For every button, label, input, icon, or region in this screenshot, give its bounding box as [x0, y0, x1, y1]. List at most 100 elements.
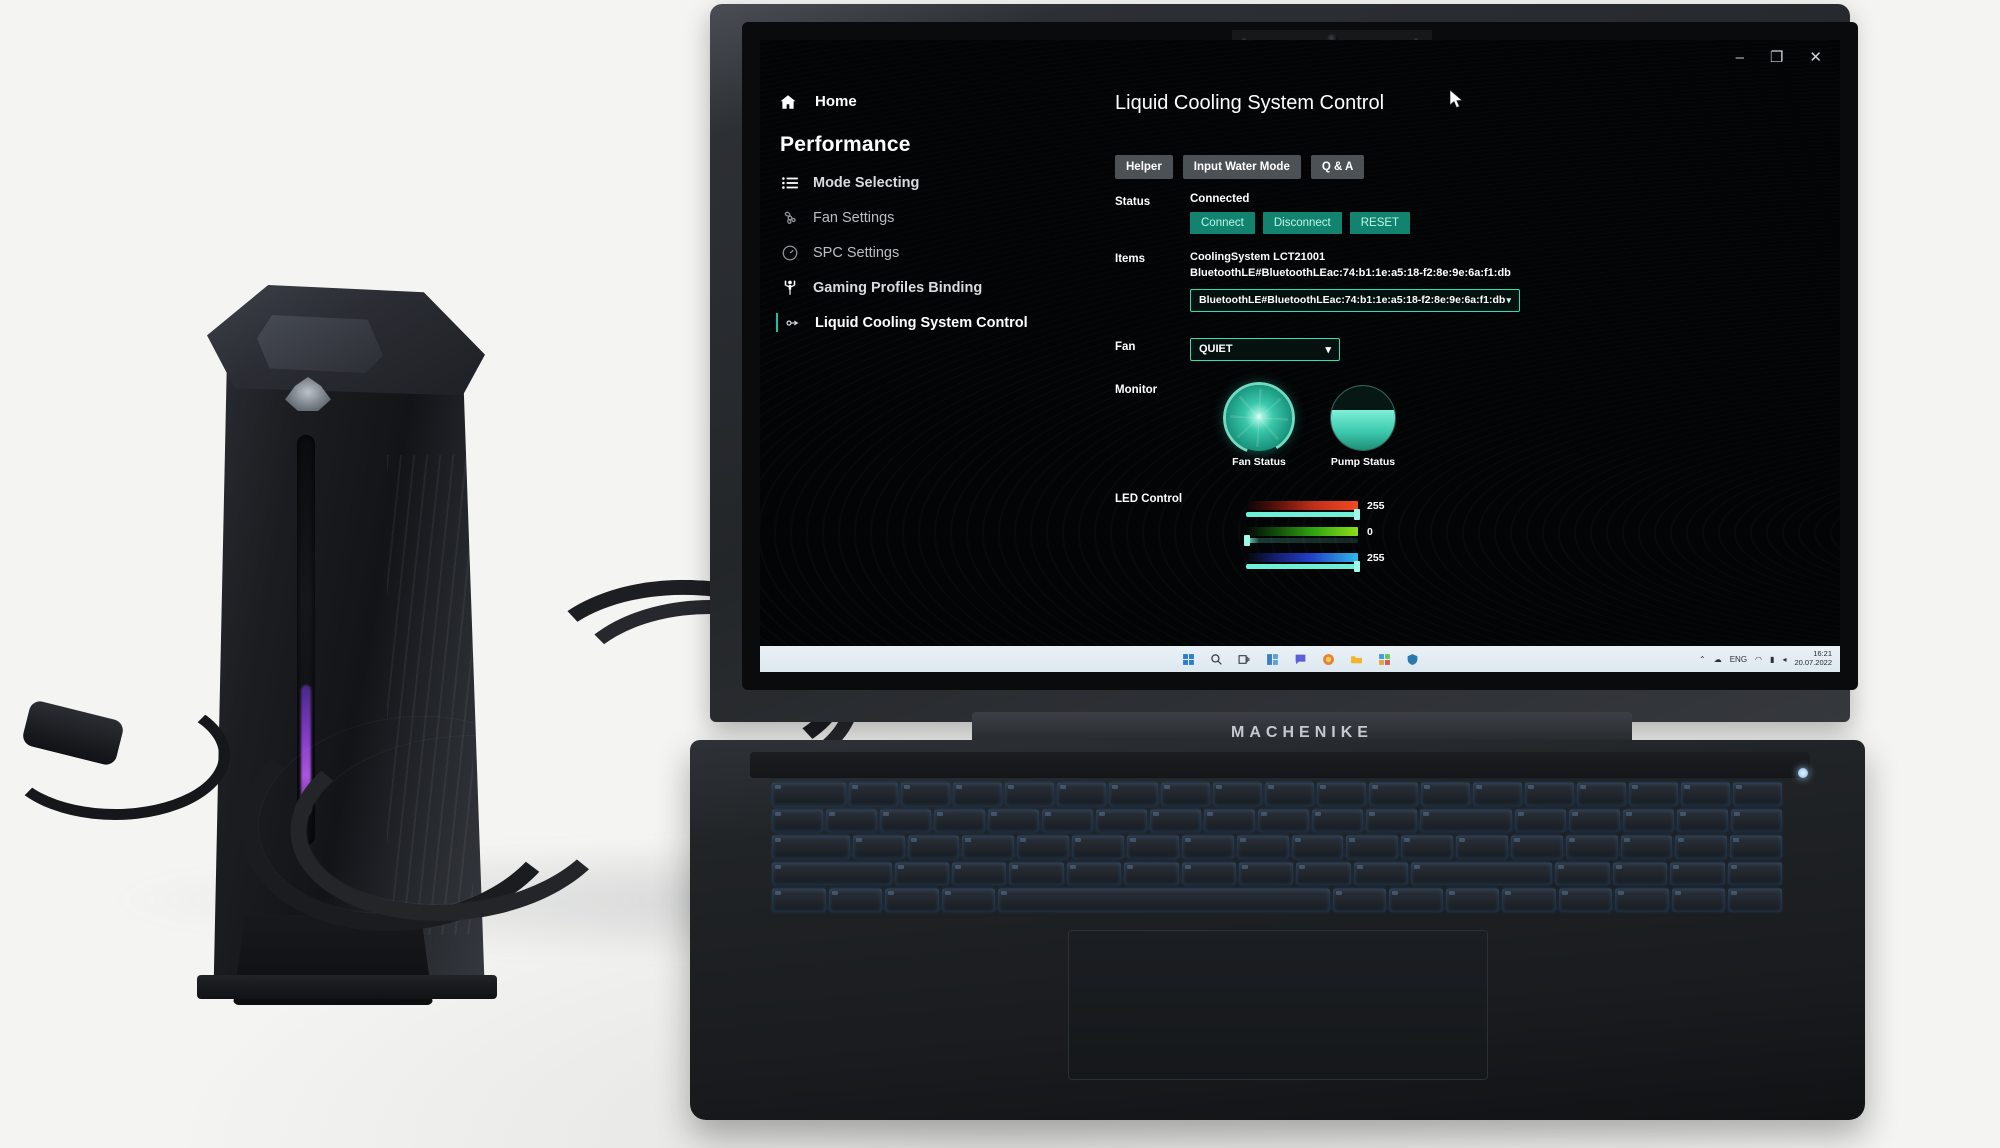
key[interactable]	[1236, 835, 1289, 859]
key[interactable]	[934, 808, 986, 833]
key[interactable]	[772, 835, 850, 859]
key[interactable]	[1066, 861, 1122, 886]
reset-button[interactable]: RESET	[1349, 212, 1411, 234]
key[interactable]	[1181, 835, 1234, 859]
key[interactable]	[1204, 808, 1256, 833]
key[interactable]	[1555, 861, 1610, 886]
windows-taskbar[interactable]: ⌃ ☁ ENG ◠ ▮ ◂ 16:21 20.07.2022	[760, 646, 1840, 672]
blue-slider-knob[interactable]	[1354, 561, 1360, 573]
key[interactable]	[1733, 782, 1783, 806]
key[interactable]	[1681, 782, 1731, 806]
shield-icon[interactable]	[1405, 652, 1420, 667]
key[interactable]	[1445, 888, 1500, 912]
tab-input-water-mode[interactable]: Input Water Mode	[1182, 155, 1301, 179]
keyboard[interactable]	[772, 782, 1783, 912]
key[interactable]	[907, 835, 960, 859]
key[interactable]	[1124, 861, 1179, 886]
led-slider-blue[interactable]: 255	[1246, 552, 1820, 573]
store-icon[interactable]	[1377, 652, 1392, 667]
battery-icon[interactable]: ▮	[1770, 655, 1774, 664]
key[interactable]	[772, 808, 824, 833]
key[interactable]	[1615, 888, 1669, 912]
taskbar-clock[interactable]: 16:21 20.07.2022	[1794, 650, 1832, 667]
key[interactable]	[1072, 835, 1124, 859]
key[interactable]	[1017, 835, 1070, 859]
key[interactable]	[1004, 782, 1054, 806]
key[interactable]	[1623, 808, 1675, 833]
sidebar-item-fan-settings[interactable]: Fan Settings	[778, 208, 1078, 227]
tab-q-and-a[interactable]: Q & A	[1310, 155, 1365, 179]
tab-helper[interactable]: Helper	[1115, 155, 1173, 179]
key[interactable]	[1346, 835, 1399, 859]
key[interactable]	[1629, 782, 1679, 806]
key[interactable]	[1472, 782, 1522, 806]
device-select[interactable]: BluetoothLE#BluetoothLEac:74:b1:1e:a5:18…	[1190, 288, 1520, 312]
key[interactable]	[1160, 782, 1210, 806]
key[interactable]	[1731, 808, 1783, 833]
key[interactable]	[1042, 808, 1094, 833]
key[interactable]	[1258, 808, 1310, 833]
sidebar-item-spc-settings[interactable]: SPC Settings	[778, 243, 1078, 262]
key[interactable]	[952, 782, 1002, 806]
key[interactable]	[772, 888, 826, 912]
key[interactable]	[1264, 782, 1314, 806]
key[interactable]	[1056, 782, 1106, 806]
key[interactable]	[885, 888, 939, 912]
key[interactable]	[1576, 782, 1626, 806]
key[interactable]	[1332, 888, 1387, 912]
key[interactable]	[988, 808, 1040, 833]
sidebar-item-gaming-profiles-binding[interactable]: Gaming Profiles Binding	[778, 278, 1078, 297]
key[interactable]	[1524, 782, 1574, 806]
sidebar-item-liquid-cooling-system-control[interactable]: Liquid Cooling System Control	[776, 313, 1078, 332]
spacebar-key[interactable]	[998, 888, 1330, 912]
red-slider-knob[interactable]	[1354, 509, 1360, 521]
key[interactable]	[1569, 808, 1621, 833]
key[interactable]	[1411, 861, 1553, 886]
connect-button[interactable]: Connect	[1190, 212, 1255, 234]
key[interactable]	[1420, 782, 1470, 806]
key[interactable]	[1212, 782, 1262, 806]
key[interactable]	[1401, 835, 1454, 859]
language-indicator[interactable]: ENG	[1730, 655, 1747, 664]
key[interactable]	[1108, 782, 1158, 806]
sidebar-item-mode-selecting[interactable]: Mode Selecting	[778, 173, 1078, 192]
key[interactable]	[962, 835, 1015, 859]
key[interactable]	[880, 808, 932, 833]
key[interactable]	[1612, 861, 1668, 886]
led-slider-green[interactable]: 0	[1244, 526, 1820, 547]
key[interactable]	[1009, 861, 1064, 886]
onedrive-icon[interactable]: ☁	[1714, 655, 1722, 664]
key[interactable]	[828, 888, 883, 912]
key[interactable]	[1312, 808, 1364, 833]
key[interactable]	[1565, 835, 1618, 859]
key[interactable]	[1150, 808, 1202, 833]
sidebar-item-home[interactable]: Home	[778, 92, 1078, 111]
start-icon[interactable]	[1181, 652, 1196, 667]
key[interactable]	[1353, 861, 1409, 886]
led-slider-red[interactable]: 255	[1246, 500, 1820, 521]
key[interactable]	[1126, 835, 1179, 859]
disconnect-button[interactable]: Disconnect	[1262, 212, 1342, 234]
key[interactable]	[1671, 888, 1726, 912]
key[interactable]	[848, 782, 898, 806]
widgets-icon[interactable]	[1265, 652, 1280, 667]
key[interactable]	[1389, 888, 1443, 912]
key[interactable]	[1368, 782, 1418, 806]
key[interactable]	[1181, 861, 1236, 886]
key[interactable]	[1510, 835, 1563, 859]
browser-icon[interactable]	[1321, 652, 1336, 667]
key[interactable]	[772, 861, 892, 886]
tray-chevron-icon[interactable]: ⌃	[1699, 655, 1706, 664]
key[interactable]	[900, 782, 950, 806]
key[interactable]	[1420, 808, 1512, 833]
green-slider-knob[interactable]	[1244, 535, 1250, 547]
key[interactable]	[826, 808, 878, 833]
key[interactable]	[1296, 861, 1351, 886]
key[interactable]	[1456, 835, 1508, 859]
fan-mode-select[interactable]: QUIET ▾	[1190, 337, 1340, 361]
key[interactable]	[1730, 835, 1783, 859]
key[interactable]	[1670, 861, 1725, 886]
key[interactable]	[1677, 808, 1729, 833]
key[interactable]	[894, 861, 950, 886]
chat-icon[interactable]	[1293, 652, 1308, 667]
